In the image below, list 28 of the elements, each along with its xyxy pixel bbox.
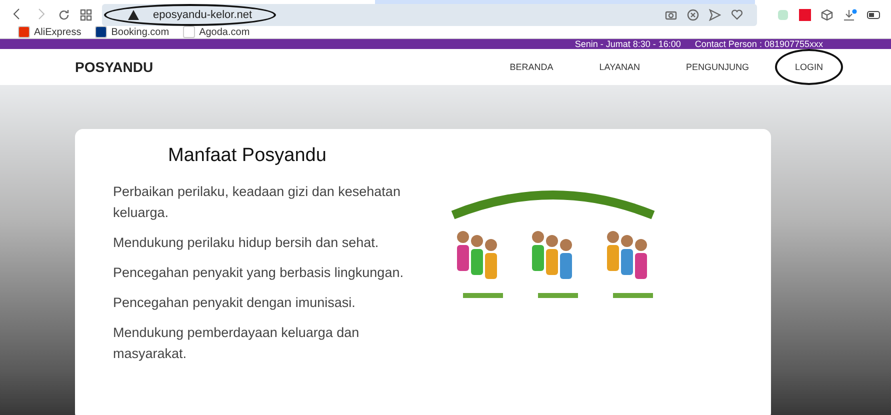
battery-icon[interactable] [867,11,881,19]
download-icon[interactable] [843,8,857,22]
bookmark[interactable]: Agoda.com [183,26,250,38]
nav-link[interactable]: PENGUNJUNG [666,49,769,85]
office-hours: Senin - Jumat 8:30 - 16:00 [574,39,681,49]
card-title: Manfaat Posyandu [168,145,328,167]
benefit-text: Pencegahan penyakit dengan imunisasi. [113,294,356,312]
benefit-text: Pencegahan penyakit yang berbasis lingkungan. [113,264,404,282]
nav-link[interactable]: BERANDA [490,49,574,85]
back-icon[interactable] [13,8,21,20]
contact-person: Contact Person : 081907755xxx [694,39,823,49]
bookmark[interactable]: AliExpress [18,26,82,38]
benefit-text: Perbaikan perilaku, keadaan gizi dan kesehatan keluarga. [113,183,402,222]
site-logo[interactable]: POSYANDU [75,59,154,75]
reload-icon[interactable] [58,9,70,21]
benefit-text: Mendukung perilaku hidup bersih dan sehat. [113,234,380,252]
close-icon[interactable] [687,9,699,21]
box-icon[interactable] [821,9,833,21]
heart-icon[interactable] [731,9,743,21]
grid-icon[interactable] [80,9,92,21]
nav-link[interactable]: LAYANAN [579,49,660,85]
url-text: eposyandu-kelor.net [153,9,252,21]
send-icon[interactable] [709,9,721,21]
camera-icon[interactable] [665,9,677,21]
benefit-text: Mendukung pemberdayaan keluarga dan masyarakat. [113,324,360,363]
bookmark[interactable]: Booking.com [95,26,170,38]
address-bar[interactable]: eposyandu-kelor.net [102,4,757,26]
warning-icon [128,10,139,20]
